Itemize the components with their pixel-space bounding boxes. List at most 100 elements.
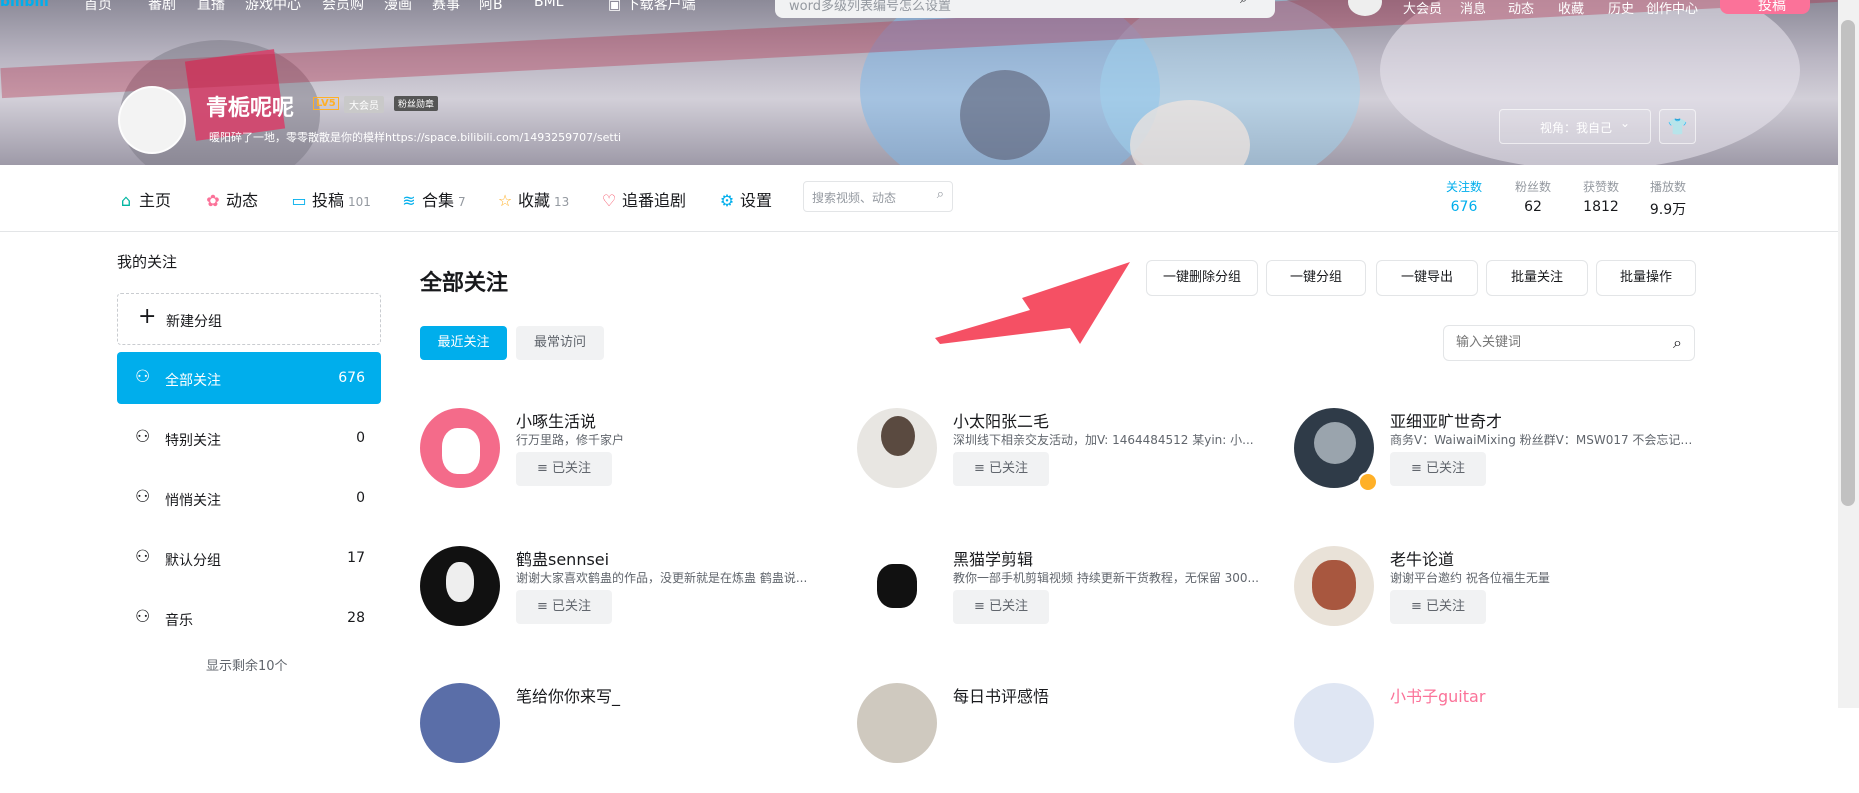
following-card: 鹤蛊sennsei 谢谢大家喜欢鹤蛊的作品，没更新就是在炼蛊 鹤蛊说... ≡ … [420,546,840,656]
nav-creator-center[interactable]: 创作中心 [1646,0,1698,17]
gear-icon: ⚙ [719,191,735,210]
following-card: 黑猫学剪辑 教你一部手机剪辑视频 持续更新干货教程，无保留 300... ≡ 已… [857,546,1277,656]
followed-label: 已关注 [989,461,1029,476]
bilibili-logo[interactable]: bilibili [0,0,49,10]
card-name[interactable]: 小太阳张二毛 [953,408,1049,432]
nav-favorites[interactable]: 收藏 [1558,0,1584,17]
global-search-bar[interactable]: word多级列表编号怎么设置 ⌕ [775,0,1275,18]
scrollbar-thumb[interactable] [1841,20,1855,506]
followed-button[interactable]: ≡ 已关注 [1390,452,1486,486]
nav-messages[interactable]: 消息 [1460,0,1486,17]
followed-button[interactable]: ≡ 已关注 [516,452,612,486]
tab-favorites[interactable]: ☆ 收藏 13 [496,187,569,211]
nav-download[interactable]: ▣ 下载客户端 [608,0,696,14]
nav-anime[interactable]: 番剧 [148,0,176,14]
sidebar-item-music[interactable]: ⚇ 音乐 28 [117,592,381,644]
followed-label: 已关注 [552,599,592,614]
keyword-search-field[interactable]: ⌕ [1443,325,1695,361]
sidebar-item-secret[interactable]: ⚇ 悄悄关注 0 [117,472,381,524]
show-more-groups[interactable]: 显示剩余10个 [206,655,288,674]
tab-bangumi[interactable]: ♡ 追番追剧 [600,187,686,211]
followed-button[interactable]: ≡ 已关注 [516,590,612,624]
batch-operation-button[interactable]: 批量操作 [1596,260,1696,296]
following-card: 亚细亚旷世奇才 商务V：WaiwaiMixing 粉丝群V：MSW017 不会忘… [1294,408,1714,518]
view-as-dropdown[interactable]: 视角：我自己 ⌄ [1499,109,1651,144]
batch-follow-button[interactable]: 批量关注 [1486,260,1588,296]
search-icon[interactable]: ⌕ [1673,333,1682,353]
home-icon: ⌂ [120,191,132,210]
user-avatar-small[interactable] [1348,0,1382,16]
followed-label: 已关注 [1426,461,1466,476]
stat-following[interactable]: 关注数 676 [1434,178,1494,215]
avatar[interactable] [1294,683,1374,763]
delete-groups-button[interactable]: 一键删除分组 [1146,260,1258,296]
tab-collections[interactable]: ≋ 合集 7 [400,187,465,211]
card-name[interactable]: 小书子guitar [1390,683,1485,707]
sidebar-item-default[interactable]: ⚇ 默认分组 17 [117,532,381,584]
stat-likes-value: 1812 [1583,199,1619,215]
tab-home[interactable]: ⌂ 主页 [117,187,171,211]
tab-dynamic[interactable]: ✿ 动态 [204,187,258,211]
upload-button[interactable]: 投稿 [1720,0,1810,14]
new-group-button[interactable]: + 新建分组 [117,293,381,345]
profile-signature[interactable]: 暖阳碎了一地，零零散散是你的模样https://space.bilibili.c… [209,129,621,145]
top-navigation: bilibili 首页 番剧 直播 游戏中心 会员购 漫画 赛事 阿B BML … [0,0,1838,18]
avatar[interactable] [420,546,500,626]
sidebar-item-all-following[interactable]: ⚇ 全部关注 676 [117,352,381,404]
card-name[interactable]: 亚细亚旷世奇才 [1390,408,1502,432]
tab-posts[interactable]: ▭ 投稿 101 [290,187,370,211]
fan-medal-badge[interactable]: 粉丝勋章 [394,96,439,111]
nav-dynamics[interactable]: 动态 [1508,0,1534,17]
followed-button[interactable]: ≡ 已关注 [1390,590,1486,624]
nav-ab[interactable]: 阿B [479,0,503,14]
search-icon[interactable]: ⌕ [1240,0,1247,7]
tab-bangumi-label: 追番追剧 [622,191,687,210]
keyword-input[interactable] [1454,334,1658,351]
card-name[interactable]: 每日书评感悟 [953,683,1049,707]
avatar[interactable] [857,408,937,488]
menu-icon: ≡ [973,599,985,614]
search-placeholder: word多级列表编号怎么设置 [789,0,951,14]
nav-bml[interactable]: BML [534,0,563,10]
card-desc: 商务V：WaiwaiMixing 粉丝群V：MSW017 不会忘记每... [1390,433,1700,447]
sidebar-item-special[interactable]: ⚇ 特别关注 0 [117,412,381,464]
nav-home[interactable]: 首页 [84,0,112,14]
tab-most-visited[interactable]: 最常访问 [516,326,604,360]
avatar[interactable] [1294,546,1374,626]
card-name[interactable]: 黑猫学剪辑 [953,546,1033,570]
menu-icon: ≡ [1410,599,1422,614]
nav-esports[interactable]: 赛事 [432,0,460,14]
auto-group-button[interactable]: 一键分组 [1266,260,1366,296]
followed-button[interactable]: ≡ 已关注 [953,590,1049,624]
nav-vip[interactable]: 大会员 [1403,0,1442,17]
tab-favorites-count: 13 [554,195,570,209]
search-icon[interactable]: ⌕ [937,187,944,202]
profile-avatar[interactable] [118,86,186,154]
card-name[interactable]: 笔给你你来写_ [516,683,620,707]
stat-likes-label: 获赞数 [1582,180,1619,194]
nav-mall[interactable]: 会员购 [322,0,364,14]
tab-settings[interactable]: ⚙ 设置 [718,187,772,211]
verified-badge-icon [1358,472,1378,492]
avatar[interactable] [857,683,937,763]
profile-banner: bilibili 首页 番剧 直播 游戏中心 会员购 漫画 赛事 阿B BML … [0,0,1838,165]
avatar[interactable] [420,683,500,763]
vip-badge[interactable]: 大会员 [344,96,384,113]
avatar[interactable] [420,408,500,488]
export-button[interactable]: 一键导出 [1376,260,1478,296]
card-name[interactable]: 老牛论道 [1390,546,1454,570]
skin-shirt-button[interactable]: 👕 [1659,109,1696,144]
stat-fans[interactable]: 粉丝数 62 [1503,178,1563,215]
avatar[interactable] [857,546,937,626]
card-name[interactable]: 小啄生活说 [516,408,596,432]
nav-history[interactable]: 历史 [1608,0,1634,17]
tab-recent-following[interactable]: 最近关注 [420,326,507,360]
nav-game-center[interactable]: 游戏中心 [245,0,301,14]
followed-button[interactable]: ≡ 已关注 [953,452,1049,486]
nav-manga[interactable]: 漫画 [384,0,412,14]
space-search-input[interactable]: 搜索视频、动态 ⌕ [803,181,953,212]
sidebar-title: 我的关注 [117,253,178,271]
card-desc: 谢谢大家喜欢鹤蛊的作品，没更新就是在炼蛊 鹤蛊说... [516,571,808,585]
nav-live[interactable]: 直播 [197,0,225,14]
card-name[interactable]: 鹤蛊sennsei [516,546,609,570]
